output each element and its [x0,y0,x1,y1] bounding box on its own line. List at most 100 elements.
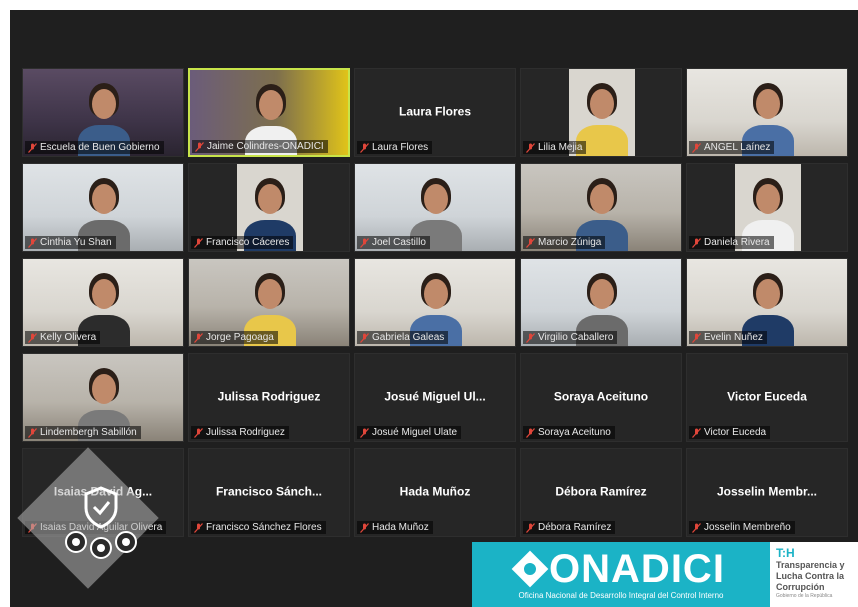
mic-muted-icon [28,427,37,438]
participant-name-label: Gabriela Galeas [357,331,449,344]
participant-tile[interactable]: Escuela de Buen Gobierno [22,68,184,157]
participant-name-label: Josselin Membreño [689,521,795,534]
onadici-emblem-icon [511,550,549,588]
participant-display-name: Hada Muñoz [399,484,471,499]
mic-muted-icon [194,332,203,343]
participant-name: Jaime Colindres-ONADICI [207,141,324,152]
participant-tile[interactable]: Victor Euceda Victor Euceda [686,353,848,442]
participant-name: Cinthia Yu Shan [40,237,112,248]
participant-name-label: Francisco Sánchez Flores [191,521,326,534]
participant-name-label: Josué Miguel Ulate [357,426,462,439]
participant-name-label: Lindembergh Sabillón [25,426,141,439]
participant-display-name: Débora Ramírez [555,484,647,499]
participant-tile[interactable]: Evelin Nuñez [686,258,848,347]
participant-name-label: Hada Muñoz [357,521,433,534]
mic-muted-icon [692,427,701,438]
mic-muted-icon [692,332,701,343]
participant-name: Julissa Rodriguez [206,427,285,438]
participant-name-label: Lilia Mejia [523,141,587,154]
mic-muted-icon [194,427,203,438]
onadici-logo-text: ONADICI [549,547,725,591]
participant-name: ANGEL Laínez [704,142,771,153]
th-line3: Corrupción [776,582,825,592]
mic-muted-icon [692,237,701,248]
th-mark: T:H [776,546,795,560]
participant-name-label: Francisco Cáceres [191,236,294,249]
participant-name: Evelin Nuñez [704,332,763,343]
participant-tile[interactable]: Laura Flores Laura Flores [354,68,516,157]
participant-display-name: Francisco Sánch... [215,484,323,499]
participant-name: Jorge Pagoaga [206,332,274,343]
participant-display-name: Julissa Rodriguez [217,389,321,404]
mic-muted-icon [360,237,369,248]
participant-name: Gabriela Galeas [372,332,445,343]
participant-name: Escuela de Buen Gobierno [40,142,160,153]
participant-name-label: Jaime Colindres-ONADICI [192,140,328,153]
participant-name: Marcio Zúniga [538,237,602,248]
participant-display-name: Soraya Aceituno [553,389,649,404]
mic-muted-icon [526,427,535,438]
transparencia-logo: T:H Transparencia y Lucha Contra la Corr… [770,542,858,607]
mic-muted-icon [526,332,535,343]
participant-tile[interactable]: Josselin Membr... Josselin Membreño [686,448,848,537]
participant-tile[interactable]: Joel Castillo [354,163,516,252]
participant-name-label: Evelin Nuñez [689,331,767,344]
participant-display-name: Victor Euceda [727,389,807,404]
participant-name-label: Kelly Olivera [25,331,101,344]
participant-display-name: Josué Miguel Ul... [384,389,486,404]
onadici-logo-subtitle: Oficina Nacional de Desarrollo Integral … [518,591,724,600]
participant-name: Victor Euceda [704,427,767,438]
participant-name-label: Virgilio Caballero [523,331,618,344]
mic-muted-icon [526,237,535,248]
shield-gears-icon [65,486,137,559]
participant-display-name: Josselin Membr... [716,484,818,499]
participant-tile[interactable]: Francisco Sánch... Francisco Sánchez Flor… [188,448,350,537]
participant-name: Laura Flores [372,142,429,153]
participant-tile[interactable]: Soraya Aceituno Soraya Aceituno [520,353,682,442]
participant-name: Daniela Rivera [704,237,770,248]
participant-tile[interactable]: Lindembergh Sabillón [22,353,184,442]
participant-tile[interactable]: Débora Ramírez Débora Ramírez [520,448,682,537]
participant-tile[interactable]: Julissa Rodriguez Julissa Rodriguez [188,353,350,442]
participant-tile[interactable]: ANGEL Laínez [686,68,848,157]
participant-tile[interactable]: Daniela Rivera [686,163,848,252]
participant-name-label: Joel Castillo [357,236,430,249]
participant-name-label: Julissa Rodriguez [191,426,289,439]
participant-name-label: Laura Flores [357,141,433,154]
participant-name: Kelly Olivera [40,332,97,343]
participant-name-label: Escuela de Buen Gobierno [25,141,164,154]
participant-name-label: Victor Euceda [689,426,771,439]
mic-muted-icon [692,142,701,153]
mic-muted-icon [360,427,369,438]
participant-name: Virgilio Caballero [538,332,614,343]
participant-name-label: Daniela Rivera [689,236,774,249]
participant-tile[interactable]: Josué Miguel Ul... Josué Miguel Ulate [354,353,516,442]
participant-name-label: ANGEL Laínez [689,141,775,154]
participant-grid: Escuela de Buen Gobierno Jaime Colindres-… [22,68,848,537]
participant-tile[interactable]: Gabriela Galeas [354,258,516,347]
participant-tile[interactable]: Hada Muñoz Hada Muñoz [354,448,516,537]
mic-muted-icon [194,522,203,533]
mic-muted-icon [28,332,37,343]
participant-name-label: Débora Ramírez [523,521,616,534]
mic-muted-icon [526,522,535,533]
participant-tile[interactable]: Francisco Cáceres [188,163,350,252]
participant-name-label: Marcio Zúniga [523,236,606,249]
mic-muted-icon [195,141,204,152]
participant-tile[interactable]: Marcio Zúniga [520,163,682,252]
participant-tile[interactable]: Virgilio Caballero [520,258,682,347]
participant-name: Lilia Mejia [538,142,583,153]
participant-name: Josselin Membreño [704,522,791,533]
participant-tile[interactable]: Jaime Colindres-ONADICI [188,68,350,157]
participant-tile[interactable]: Cinthia Yu Shan [22,163,184,252]
participant-tile[interactable]: Lilia Mejia [520,68,682,157]
participant-name-label: Soraya Aceituno [523,426,615,439]
mic-muted-icon [360,142,369,153]
participant-tile[interactable]: Kelly Olivera [22,258,184,347]
participant-name: Francisco Cáceres [206,237,290,248]
th-small: Gobierno de la República [776,593,833,599]
participant-tile[interactable]: Jorge Pagoaga [188,258,350,347]
participant-name: Hada Muñoz [372,522,429,533]
mic-muted-icon [526,142,535,153]
participant-display-name: Laura Flores [398,104,472,119]
